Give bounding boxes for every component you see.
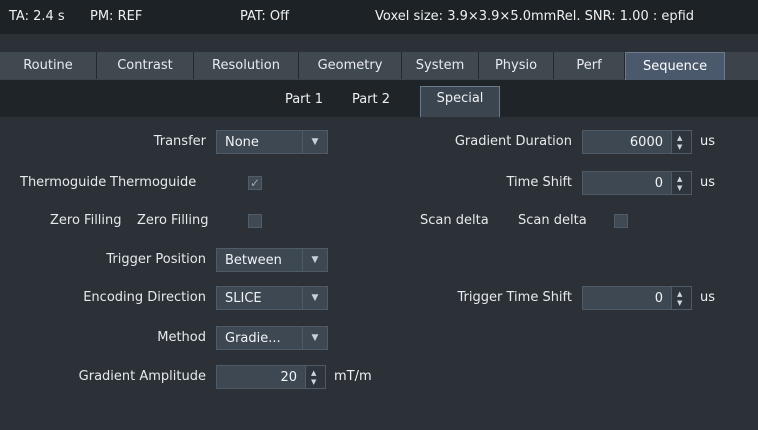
spinner-down-icon: ▼: [677, 184, 683, 192]
thermoguide-label: Thermoguide: [20, 175, 107, 190]
thermoguide-checkbox[interactable]: ✓: [248, 176, 262, 190]
zero-filling-caption: Zero Filling: [137, 213, 209, 228]
gradient-amplitude-input[interactable]: 20: [216, 365, 306, 389]
method-value: Gradie...: [225, 331, 281, 346]
time-shift-spinner[interactable]: ▲ ▼: [672, 171, 692, 195]
tab-sequence[interactable]: Sequence: [625, 52, 725, 80]
triangle-down-icon: ▼: [302, 287, 327, 309]
trigger-position-label: Trigger Position: [106, 252, 206, 267]
gradient-duration-label: Gradient Duration: [454, 134, 572, 149]
spinner-down-icon: ▼: [677, 299, 683, 307]
subtab-part-1[interactable]: Part 1: [278, 88, 330, 112]
trigger-time-shift-label: Trigger Time Shift: [457, 290, 572, 305]
trigger-time-shift-input[interactable]: 0: [582, 286, 672, 310]
tab-physio[interactable]: Physio: [479, 52, 554, 79]
tab-geometry[interactable]: Geometry: [299, 52, 402, 79]
spinner-down-icon: ▼: [677, 143, 683, 151]
scan-delta-checkbox[interactable]: [614, 214, 628, 228]
pm-status: PM: REF: [90, 9, 143, 24]
trigger-position-value: Between: [225, 253, 282, 268]
triangle-down-icon: ▼: [302, 327, 327, 349]
encoding-direction-dropdown[interactable]: SLICE ▼: [216, 286, 328, 310]
tab-routine[interactable]: Routine: [0, 52, 97, 79]
tab-system[interactable]: System: [402, 52, 479, 79]
gradient-amplitude-label: Gradient Amplitude: [78, 369, 206, 384]
time-shift-input[interactable]: 0: [582, 171, 672, 195]
spinner-up-icon: ▲: [677, 290, 683, 298]
encoding-direction-label: Encoding Direction: [83, 290, 206, 305]
gradient-amplitude-spinner[interactable]: ▲ ▼: [306, 365, 326, 389]
tab-resolution[interactable]: Resolution: [194, 52, 299, 79]
voxel-status: Voxel size: 3.9×3.9×5.0mmRel. SNR: 1.00 …: [375, 9, 695, 24]
pat-status: PAT: Off: [240, 9, 290, 24]
trigger-time-shift-spinner[interactable]: ▲ ▼: [672, 286, 692, 310]
method-label: Method: [157, 330, 206, 345]
spinner-down-icon: ▼: [311, 378, 317, 386]
subtab-part-2[interactable]: Part 2: [345, 88, 397, 112]
gradient-duration-spinner[interactable]: ▲ ▼: [672, 130, 692, 154]
scan-delta-caption: Scan delta: [518, 213, 587, 228]
triangle-down-icon: ▼: [302, 131, 327, 153]
transfer-value: None: [225, 135, 259, 150]
trigger-time-shift-unit: us: [700, 290, 716, 305]
gradient-duration-input[interactable]: 6000: [582, 130, 672, 154]
tab-contrast[interactable]: Contrast: [97, 52, 194, 79]
thermoguide-caption: Thermoguide: [110, 175, 197, 190]
spinner-up-icon: ▲: [311, 369, 317, 377]
tab-perf[interactable]: Perf: [554, 52, 625, 79]
ta-status: TA: 2.4 s: [9, 9, 65, 24]
zero-filling-label: Zero Filling: [50, 213, 122, 228]
trigger-position-dropdown[interactable]: Between ▼: [216, 248, 328, 272]
time-shift-label: Time Shift: [506, 175, 573, 190]
gradient-duration-unit: us: [700, 134, 716, 149]
spinner-up-icon: ▲: [677, 175, 683, 183]
transfer-label: Transfer: [153, 134, 206, 149]
gradient-duration-value: 6000: [629, 135, 663, 150]
triangle-down-icon: ▼: [302, 249, 327, 271]
time-shift-unit: us: [700, 175, 716, 190]
trigger-time-shift-value: 0: [654, 291, 663, 306]
check-icon: ✓: [249, 176, 261, 190]
subtab-special[interactable]: Special: [420, 86, 500, 118]
zero-filling-checkbox[interactable]: [248, 214, 262, 228]
gradient-amplitude-unit: mT/m: [334, 369, 372, 384]
spinner-up-icon: ▲: [677, 134, 683, 142]
scan-delta-label: Scan delta: [420, 213, 489, 228]
status-bar: TA: 2.4 s PM: REF PAT: Off Voxel size: 3…: [0, 0, 758, 34]
transfer-dropdown[interactable]: None ▼: [216, 130, 328, 154]
time-shift-value: 0: [654, 176, 663, 191]
method-dropdown[interactable]: Gradie... ▼: [216, 326, 328, 350]
encoding-direction-value: SLICE: [225, 291, 262, 306]
gradient-amplitude-value: 20: [280, 370, 297, 385]
